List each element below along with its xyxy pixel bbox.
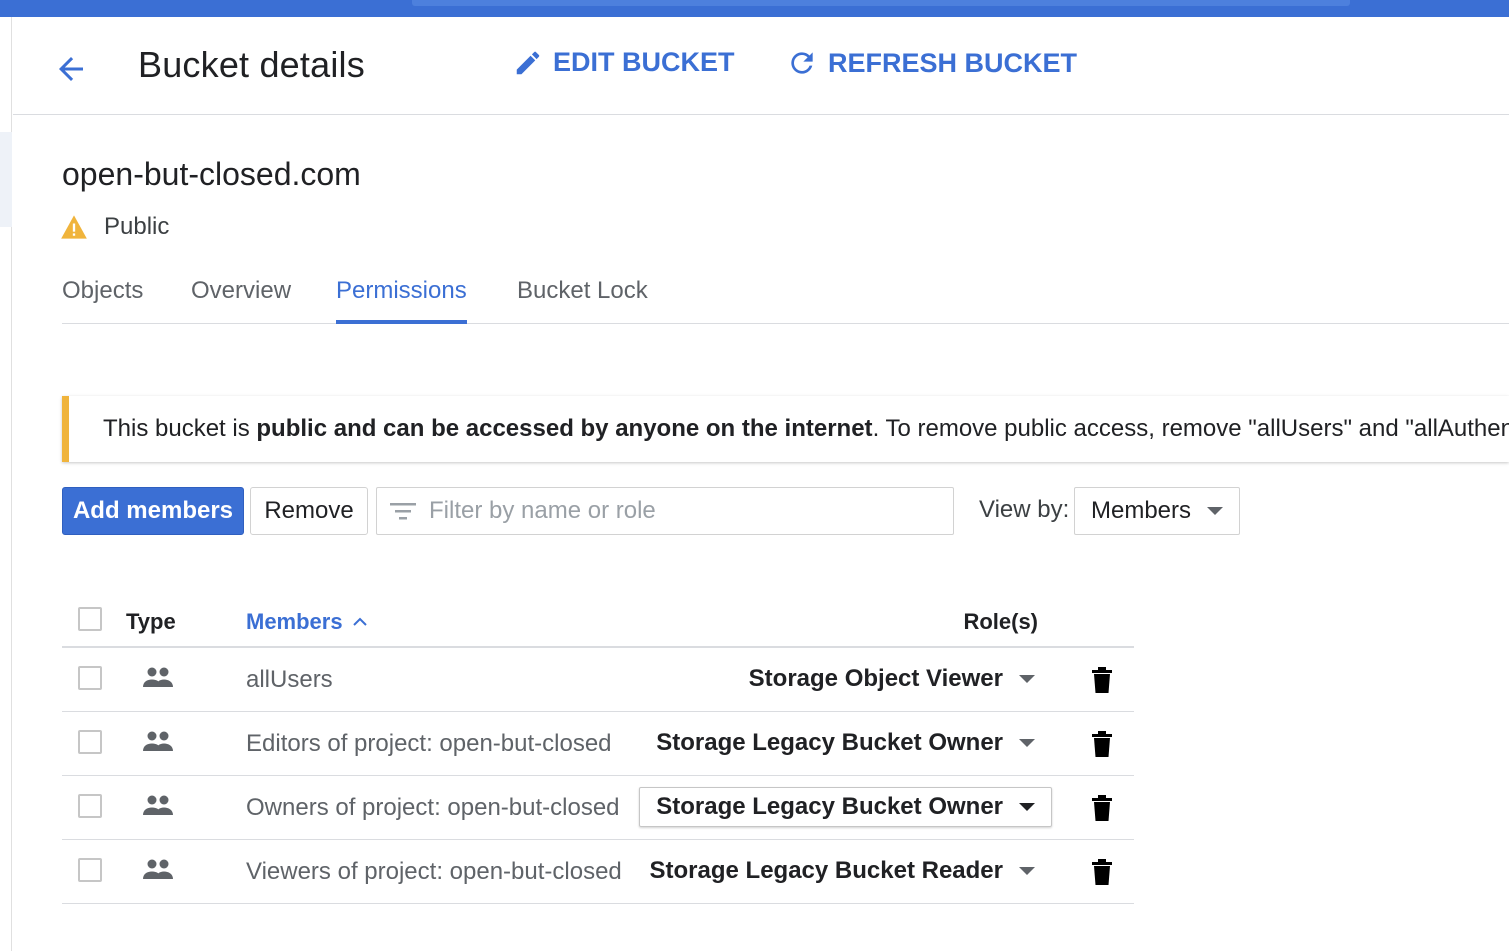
member-name: Owners of project: open-but-closed bbox=[246, 794, 620, 821]
warning-icon bbox=[61, 215, 87, 239]
delete-icon[interactable] bbox=[1090, 730, 1114, 758]
left-nav-active-marker bbox=[0, 132, 12, 227]
row-checkbox[interactable] bbox=[78, 730, 102, 754]
sort-ascending-icon bbox=[352, 617, 367, 626]
tab-objects[interactable]: Objects bbox=[62, 277, 143, 323]
table-row: Editors of project: open-but-closed Stor… bbox=[62, 712, 1134, 776]
dropdown-arrow-icon bbox=[1019, 675, 1035, 683]
filter-field[interactable] bbox=[376, 487, 954, 535]
member-name: allUsers bbox=[246, 666, 333, 693]
member-name: Editors of project: open-but-closed bbox=[246, 730, 612, 757]
dropdown-arrow-icon bbox=[1019, 867, 1035, 875]
role-dropdown[interactable]: Storage Legacy Bucket Owner bbox=[639, 723, 1052, 763]
pencil-icon bbox=[516, 51, 540, 74]
tab-overview[interactable]: Overview bbox=[191, 277, 291, 323]
members-header-label: Members bbox=[246, 609, 343, 634]
visibility-label: Public bbox=[104, 213, 170, 240]
roles-column-header: Role(s) bbox=[963, 609, 1038, 634]
role-dropdown[interactable]: Storage Legacy Bucket Reader bbox=[633, 851, 1052, 891]
warning-suffix: . To remove public access, remove "allUs… bbox=[872, 415, 1509, 442]
warning-message: This bucket is public and can be accesse… bbox=[103, 415, 1509, 443]
left-nav-rail bbox=[0, 17, 12, 951]
row-checkbox[interactable] bbox=[78, 794, 102, 818]
public-access-warning: This bucket is public and can be accesse… bbox=[62, 396, 1509, 462]
top-search-bar[interactable] bbox=[412, 0, 1350, 6]
delete-icon[interactable] bbox=[1090, 794, 1114, 822]
dropdown-arrow-icon bbox=[1207, 507, 1223, 515]
warning-emphasis: public and can be accessed by anyone on … bbox=[256, 415, 873, 442]
refresh-bucket-button[interactable]: REFRESH BUCKET bbox=[786, 47, 1077, 79]
role-label: Storage Legacy Bucket Owner bbox=[656, 793, 1003, 820]
view-by-label: View by: bbox=[979, 496, 1070, 523]
role-dropdown[interactable]: Storage Legacy Bucket Owner bbox=[639, 787, 1052, 827]
page-header: Bucket details EDIT BUCKET REFRESH BUCKE… bbox=[13, 17, 1509, 115]
member-name: Viewers of project: open-but-closed bbox=[246, 858, 622, 885]
table-row: allUsers Storage Object Viewer bbox=[62, 648, 1134, 712]
visibility-status: Public bbox=[60, 213, 169, 241]
group-icon bbox=[143, 795, 173, 815]
role-label: Storage Legacy Bucket Reader bbox=[649, 857, 1003, 884]
edit-bucket-label: EDIT BUCKET bbox=[553, 47, 735, 77]
row-checkbox[interactable] bbox=[78, 858, 102, 882]
filter-input[interactable] bbox=[429, 497, 929, 525]
tab-bar: Objects Overview Permissions Bucket Lock bbox=[62, 272, 1509, 324]
role-label: Storage Legacy Bucket Owner bbox=[656, 729, 1003, 756]
arrow-back-icon bbox=[59, 57, 83, 81]
delete-icon[interactable] bbox=[1090, 666, 1114, 694]
table-row: Owners of project: open-but-closed Stora… bbox=[62, 776, 1134, 840]
remove-button[interactable]: Remove bbox=[250, 487, 368, 535]
role-label: Storage Object Viewer bbox=[748, 665, 1003, 692]
members-table: Type Members Role(s) allUsers Storage Ob… bbox=[62, 590, 1134, 904]
add-members-button[interactable]: Add members bbox=[62, 487, 244, 535]
tab-bucket-lock[interactable]: Bucket Lock bbox=[517, 277, 648, 323]
top-app-bar bbox=[0, 0, 1509, 17]
role-dropdown[interactable]: Storage Object Viewer bbox=[732, 659, 1052, 699]
dropdown-arrow-icon bbox=[1019, 803, 1035, 811]
warning-prefix: This bucket is bbox=[103, 415, 257, 442]
type-column-header: Type bbox=[126, 609, 176, 634]
filter-icon bbox=[390, 503, 416, 520]
bucket-name: open-but-closed.com bbox=[62, 156, 361, 192]
back-button[interactable] bbox=[51, 49, 91, 89]
tab-permissions[interactable]: Permissions bbox=[336, 277, 467, 324]
page-title: Bucket details bbox=[138, 44, 365, 85]
group-icon bbox=[143, 731, 173, 751]
row-checkbox[interactable] bbox=[78, 666, 102, 690]
group-icon bbox=[143, 859, 173, 879]
refresh-bucket-label: REFRESH BUCKET bbox=[828, 47, 1078, 78]
group-icon bbox=[143, 667, 173, 687]
delete-icon[interactable] bbox=[1090, 858, 1114, 886]
view-by-value: Members bbox=[1091, 497, 1192, 524]
edit-bucket-button[interactable]: EDIT BUCKET bbox=[513, 47, 735, 78]
table-header: Type Members Role(s) bbox=[62, 590, 1134, 648]
select-all-checkbox[interactable] bbox=[78, 607, 102, 631]
view-by-select[interactable]: Members bbox=[1074, 487, 1240, 535]
dropdown-arrow-icon bbox=[1019, 739, 1035, 747]
members-column-header[interactable]: Members bbox=[246, 609, 367, 635]
refresh-icon bbox=[791, 52, 813, 74]
table-row: Viewers of project: open-but-closed Stor… bbox=[62, 840, 1134, 904]
